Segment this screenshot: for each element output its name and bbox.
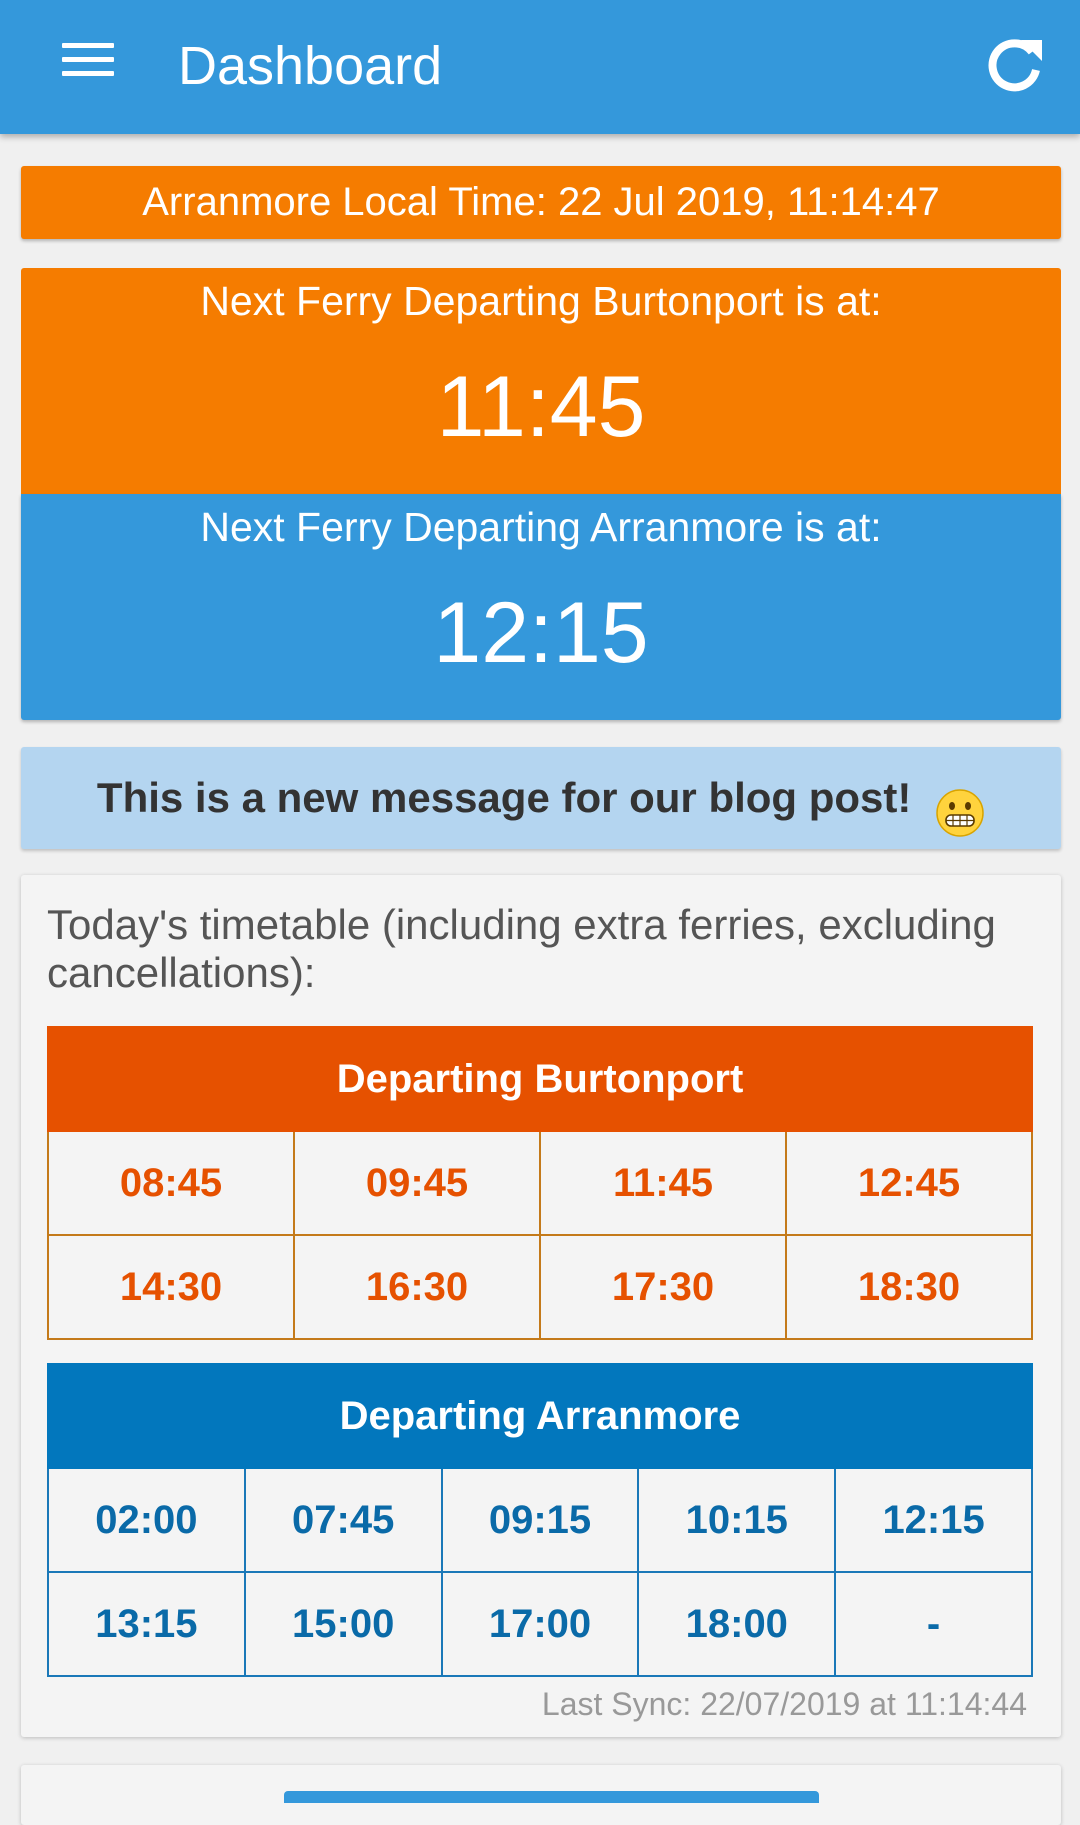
next-ferry-arranmore-time: 12:15 [433,585,649,681]
departure-time-cell: 17:30 [539,1234,787,1340]
refresh-icon[interactable] [980,30,1050,100]
table-row: 08:45 09:45 11:45 12:45 [47,1130,1033,1236]
grinning-face-emoji-icon [935,773,985,837]
departure-time-cell: 09:15 [440,1467,640,1573]
last-sync-text: Last Sync: 22/07/2019 at 11:14:44 [541,1686,1027,1722]
departure-time-cell: 07:45 [243,1467,443,1573]
departure-time-cell: 11:45 [539,1130,787,1236]
next-ferry-burtonport-card: Next Ferry Departing Burtonport is at: 1… [21,268,1061,494]
blog-message-banner: This is a new message for our blog post! [21,747,1061,849]
next-ferry-burtonport-label: Next Ferry Departing Burtonport is at: [200,278,882,324]
departure-time-cell: 15:00 [243,1571,443,1677]
next-ferry-arranmore-card: Next Ferry Departing Arranmore is at: 12… [21,494,1061,720]
table-row: 14:30 16:30 17:30 18:30 [47,1234,1033,1340]
app-bar: Dashboard [0,0,1080,134]
bottom-card-button[interactable] [284,1791,819,1803]
next-ferry-burtonport-time: 11:45 [436,359,646,455]
table-row: 13:15 15:00 17:00 18:00 - [47,1571,1033,1677]
timetable-intro: Today's timetable (including extra ferri… [47,901,996,996]
timetable-card: Today's timetable (including extra ferri… [21,875,1061,1737]
local-time-banner: Arranmore Local Time: 22 Jul 2019, 11:14… [21,166,1061,239]
departure-time-cell: 12:45 [785,1130,1033,1236]
arranmore-timetable-heading: Departing Arranmore [47,1363,1033,1469]
table-row: 02:00 07:45 09:15 10:15 12:15 [47,1467,1033,1573]
departure-time-cell: 08:45 [47,1130,295,1236]
departure-time-cell: 14:30 [47,1234,295,1340]
blog-message-text: This is a new message for our blog post! [96,774,912,821]
departure-time-cell: 17:00 [440,1571,640,1677]
departure-time-cell: - [834,1571,1033,1677]
burtonport-timetable: Departing Burtonport 08:45 09:45 11:45 1… [47,1026,1033,1340]
departure-time-cell: 18:30 [785,1234,1033,1340]
departure-time-cell: 18:00 [637,1571,837,1677]
departure-time-cell: 09:45 [293,1130,541,1236]
hamburger-menu-icon[interactable] [52,35,122,97]
burtonport-timetable-heading: Departing Burtonport [47,1026,1033,1132]
departure-time-cell: 13:15 [47,1571,246,1677]
departure-time-cell: 12:15 [834,1467,1033,1573]
departure-time-cell: 10:15 [637,1467,837,1573]
departure-time-cell: 16:30 [293,1234,541,1340]
bottom-card [21,1765,1061,1825]
next-ferry-arranmore-label: Next Ferry Departing Arranmore is at: [200,504,882,550]
arranmore-timetable: Departing Arranmore 02:00 07:45 09:15 10… [47,1363,1033,1677]
page-title: Dashboard [178,36,443,96]
departure-time-cell: 02:00 [47,1467,246,1573]
